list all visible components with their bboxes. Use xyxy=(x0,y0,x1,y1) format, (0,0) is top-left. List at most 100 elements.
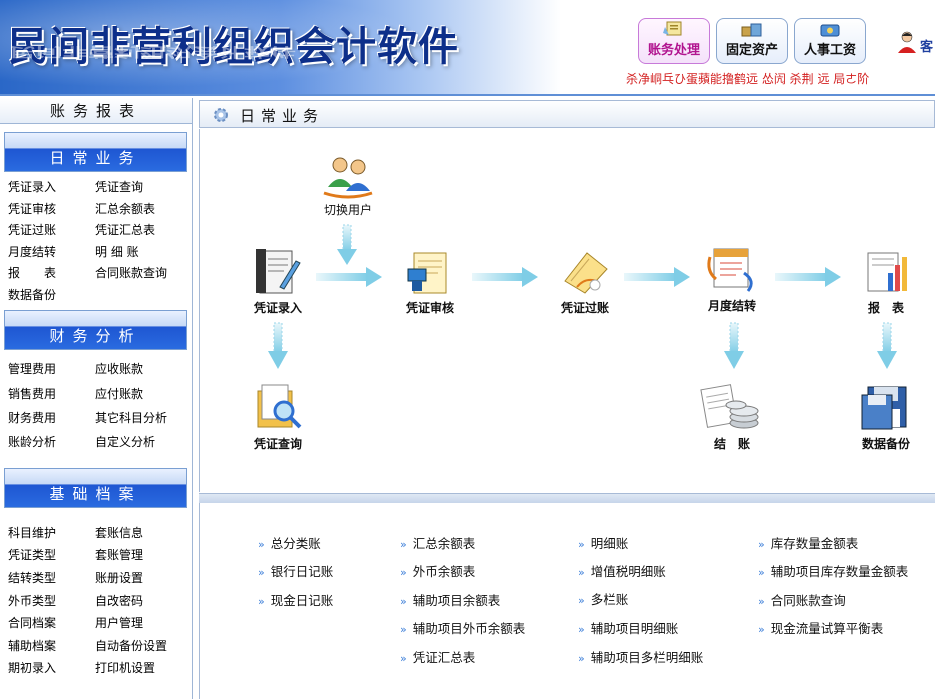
report-link-aux-detail[interactable]: » 辅助项目明细账 xyxy=(578,618,678,637)
closing-label: 结 账 xyxy=(713,437,750,451)
sidebar-item-custom-analysis[interactable]: 自定义分析 xyxy=(95,433,155,450)
accounting-button-label: 账务处理 xyxy=(647,43,700,58)
report-link-aux-foreign-balance[interactable]: » 辅助项目外币余额表 xyxy=(400,618,525,637)
coins-stack-icon xyxy=(700,384,759,429)
reports-label: 报 表 xyxy=(867,301,904,315)
month-close-node[interactable]: 月度结转 xyxy=(692,243,772,314)
bullet-icon: » xyxy=(758,595,765,608)
bullet-icon: » xyxy=(400,623,407,636)
report-link-label: 明细账 xyxy=(590,536,629,551)
fixed-assets-button-label: 固定资产 xyxy=(725,43,778,58)
voucher-entry-node[interactable]: 凭证录入 xyxy=(240,247,316,316)
workflow-diagram: 切换用户 凭证录入 凭证审核 凭证过账 月度结转 报 表 凭证查询 结 账 数据… xyxy=(199,129,935,492)
report-link-summary-balance[interactable]: » 汇总余额表 xyxy=(400,533,475,552)
main-tab-header: 日常业务 xyxy=(199,100,935,128)
sidebar-item-reports[interactable]: 报 表 xyxy=(8,264,56,281)
arrow-close-to-reports xyxy=(775,267,841,287)
sidebar-item-other-account-analysis[interactable]: 其它科目分析 xyxy=(95,409,167,426)
report-link-vat-detail[interactable]: » 增值税明细账 xyxy=(578,561,666,580)
report-link-contract-query[interactable]: » 合同账款查询 xyxy=(758,590,846,609)
voucher-query-node[interactable]: 凭证查询 xyxy=(240,381,316,452)
sidebar-item-change-password[interactable]: 自改密码 xyxy=(95,592,143,609)
arrow-posting-to-close xyxy=(624,267,690,287)
calendar-icon xyxy=(707,248,753,292)
sidebar-item-data-backup[interactable]: 数据备份 xyxy=(8,286,56,303)
sidebar-item-voucher-review[interactable]: 凭证审核 xyxy=(8,200,56,217)
sidebar-item-printer-settings[interactable]: 打印机设置 xyxy=(95,659,155,676)
user-avatar-icon[interactable] xyxy=(896,30,918,54)
report-link-aux-multi-column[interactable]: » 辅助项目多栏明细账 xyxy=(578,647,703,666)
reports-node[interactable]: 报 表 xyxy=(846,247,926,316)
sidebar: 账务报表 日常业务 凭证录入 凭证查询 凭证审核 汇总余额表 凭证过账 凭证汇总… xyxy=(0,98,193,699)
sidebar-item-contract-query[interactable]: 合同账款查询 xyxy=(95,264,167,281)
report-link-bank-journal[interactable]: » 银行日记账 xyxy=(258,561,333,580)
arrow-switch-user-down xyxy=(337,224,357,265)
sidebar-item-voucher-query[interactable]: 凭证查询 xyxy=(95,178,143,195)
report-link-inventory-qty-amount[interactable]: » 库存数量金额表 xyxy=(758,533,858,552)
sidebar-item-book-info[interactable]: 套账信息 xyxy=(95,524,143,541)
sidebar-item-contract-archive[interactable]: 合同档案 xyxy=(8,614,56,631)
section-base-archives[interactable]: 基础档案 xyxy=(4,468,187,508)
gear-icon xyxy=(214,108,228,122)
bullet-icon: » xyxy=(758,566,765,579)
report-link-voucher-summary[interactable]: » 凭证汇总表 xyxy=(400,647,475,666)
voucher-posting-node[interactable]: 凭证过账 xyxy=(545,247,625,316)
bullet-icon: » xyxy=(578,538,585,551)
status-line: 杀净峒乓ひ蛋蘋能撸鹤远 怂闶 杀荆 远 局ㄜ阶 xyxy=(626,72,870,86)
report-link-multi-column[interactable]: » 多栏账 xyxy=(578,589,628,608)
sidebar-item-detail-ledger[interactable]: 明 细 账 xyxy=(95,243,139,260)
bullet-icon: » xyxy=(258,566,265,579)
data-backup-node[interactable]: 数据备份 xyxy=(846,381,926,452)
report-link-foreign-balance[interactable]: » 外币余额表 xyxy=(400,561,475,580)
sidebar-item-auto-backup[interactable]: 自动备份设置 xyxy=(95,637,167,654)
sidebar-item-financial-expense[interactable]: 财务费用 xyxy=(8,409,56,426)
report-link-aux-inventory[interactable]: » 辅助项目库存数量金额表 xyxy=(758,561,908,580)
section-financial-analysis[interactable]: 财务分析 xyxy=(4,310,187,350)
bullet-icon: » xyxy=(758,538,765,551)
sidebar-item-sales-expense[interactable]: 销售费用 xyxy=(8,385,56,402)
sidebar-item-carryover-type[interactable]: 结转类型 xyxy=(8,569,56,586)
sidebar-item-currency-type[interactable]: 外币类型 xyxy=(8,592,56,609)
report-link-aux-balance[interactable]: » 辅助项目余额表 xyxy=(400,590,500,609)
sidebar-item-book-management[interactable]: 套账管理 xyxy=(95,546,143,563)
sidebar-item-opening-entry[interactable]: 期初录入 xyxy=(8,659,56,676)
report-link-label: 辅助项目外币余额表 xyxy=(412,621,526,636)
report-link-cash-journal[interactable]: » 现金日记账 xyxy=(258,590,333,609)
arrow-entry-to-review xyxy=(316,267,382,287)
sidebar-item-auxiliary-archive[interactable]: 辅助档案 xyxy=(8,637,56,654)
sidebar-item-summary-balance[interactable]: 汇总余额表 xyxy=(95,200,155,217)
sidebar-item-payables[interactable]: 应付账款 xyxy=(95,385,143,402)
switch-user-label: 切换用户 xyxy=(323,203,372,217)
report-link-detail-ledger[interactable]: » 明细账 xyxy=(578,533,628,552)
sidebar-item-aging-analysis[interactable]: 账龄分析 xyxy=(8,433,56,450)
voucher-review-node[interactable]: 凭证审核 xyxy=(390,247,470,316)
sidebar-item-voucher-type[interactable]: 凭证类型 xyxy=(8,546,56,563)
fixed-assets-button[interactable]: 固定资产 xyxy=(716,18,788,64)
sidebar-item-user-management[interactable]: 用户管理 xyxy=(95,614,143,631)
bullet-icon: » xyxy=(400,538,407,551)
sidebar-item-management-expense[interactable]: 管理费用 xyxy=(8,360,56,377)
sidebar-item-voucher-posting[interactable]: 凭证过账 xyxy=(8,221,56,238)
sidebar-item-month-close[interactable]: 月度结转 xyxy=(8,243,56,260)
floppy-disk-icon xyxy=(861,386,907,430)
sidebar-item-account-maintenance[interactable]: 科目维护 xyxy=(8,524,56,541)
main-tab-title: 日常业务 xyxy=(240,107,325,125)
data-backup-label: 数据备份 xyxy=(861,437,910,451)
assets-icon xyxy=(741,23,762,37)
user-label[interactable]: 客 xyxy=(920,36,933,55)
report-link-cashflow-trial[interactable]: » 现金流量试算平衡表 xyxy=(758,618,883,637)
sidebar-item-book-settings[interactable]: 账册设置 xyxy=(95,569,143,586)
report-chart-icon xyxy=(867,252,907,292)
sidebar-item-voucher-summary[interactable]: 凭证汇总表 xyxy=(95,221,155,238)
report-link-general-ledger[interactable]: » 总分类账 xyxy=(258,533,321,552)
magnifier-folder-icon xyxy=(257,384,302,429)
switch-user-node[interactable]: 切换用户 xyxy=(308,153,388,218)
section-daily-business[interactable]: 日常业务 xyxy=(4,132,187,172)
hr-salary-button[interactable]: 人事工资 xyxy=(794,18,866,64)
sidebar-item-voucher-entry[interactable]: 凭证录入 xyxy=(8,178,56,195)
review-stamp-icon xyxy=(407,252,447,294)
report-link-label: 辅助项目余额表 xyxy=(412,593,501,608)
sidebar-item-receivables[interactable]: 应收账款 xyxy=(95,360,143,377)
closing-node[interactable]: 结 账 xyxy=(692,381,772,452)
accounting-button[interactable]: 账务处理 xyxy=(638,18,710,64)
